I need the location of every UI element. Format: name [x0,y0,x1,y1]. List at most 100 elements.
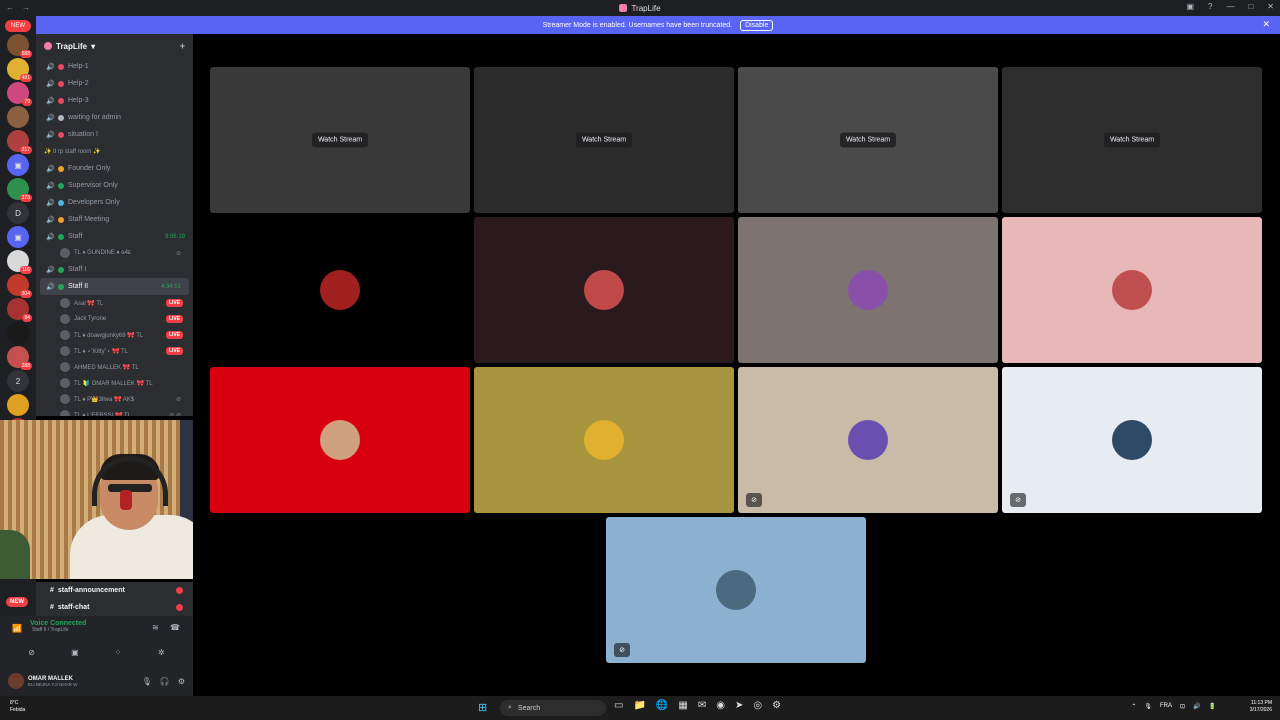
disable-streamer-mode-button[interactable]: Disable [740,19,774,31]
server-icon[interactable]: 2 [7,370,29,392]
maximize-button[interactable]: □ [1248,2,1253,11]
stream-tile[interactable]: Watch Stream [474,67,734,213]
server-icon[interactable]: 79 [7,82,32,106]
voice-user[interactable]: Asal 🎀 TL LIVE [36,295,193,311]
voice-user[interactable]: Jack Tyrone LIVE [36,311,193,327]
participant-tile[interactable] [474,367,734,513]
taskbar-app-icon[interactable]: ◎ [753,700,762,711]
close-icon[interactable]: ✕ [1262,19,1270,30]
voice-channel[interactable]: 🔊 Staff 9:06:19 [36,228,193,245]
server-icon[interactable] [7,322,29,344]
live-badge[interactable]: LIVE [165,331,183,339]
taskbar-app-icon[interactable]: ➤ [735,700,743,711]
close-window-button[interactable]: ✕ [1267,2,1274,11]
windows-start-icon[interactable]: ⊞ [478,701,487,714]
participant-tile[interactable] [210,217,470,363]
channel-category[interactable]: ✨ tl rp staff room ✨ [36,143,193,160]
server-icon[interactable] [7,394,29,416]
microphone-icon[interactable]: 🎙 [142,677,152,686]
server-icon[interactable]: 373 [7,178,32,202]
taskbar-app-icon[interactable]: 📁 [633,700,645,711]
server-icon[interactable]: 116 [7,250,32,274]
taskbar-app-icon[interactable]: ▭ [614,700,623,711]
noise-suppression-icon[interactable]: ≋ [152,623,159,632]
channel-staff-announcement[interactable]: # staff-announcement [36,582,193,599]
taskbar-app-icon[interactable]: 🌐 [656,700,668,711]
stream-tile[interactable]: Watch Stream [210,67,470,213]
voice-user[interactable]: TL ♦ ⋆˚Kitty˚⋆ 🎀 TL LIVE [36,343,193,359]
server-icon[interactable]: D [7,202,29,224]
back-icon[interactable]: ← [6,3,14,12]
live-badge[interactable]: LIVE [165,299,183,307]
voice-channel[interactable]: 🔊 Help-1 [36,58,193,75]
taskbar-app-icon[interactable]: ◉ [716,700,725,711]
voice-user[interactable]: TL 🔰 OMAR MALLEK 🎀 TL [36,375,193,391]
watch-stream-button[interactable]: Watch Stream [575,132,633,148]
user-info[interactable]: OMAR MALLEK ELI BEJNA YJI NHAR W [28,676,77,687]
avatar[interactable] [8,673,24,689]
participant-tile[interactable] [210,367,470,513]
soundboard-button[interactable]: ✲ [144,644,179,660]
voice-user[interactable]: AHMED MALLEK 🎀 TL [36,359,193,375]
participant-tile[interactable]: ⊘ [606,517,866,663]
server-icon[interactable]: 588 [7,34,32,58]
voice-channel[interactable]: 🔊 Supervisor Only [36,177,193,194]
voice-channel[interactable]: 🔊 Founder Only [36,160,193,177]
tray-icon[interactable]: 🔋 [1209,703,1216,710]
disconnect-icon[interactable]: ☎ [170,623,180,632]
server-icon[interactable]: ▣ [7,226,29,248]
watch-stream-button[interactable]: Watch Stream [1103,132,1161,148]
server-icon[interactable]: 288 [7,346,32,370]
tray-icon[interactable]: ⊡ [1180,703,1185,710]
server-header[interactable]: TrapLife ▾ + [36,34,193,58]
voice-channel[interactable]: 🔊 Help-2 [36,75,193,92]
taskbar-clock[interactable]: 11:13 PM 3/17/2026 [1250,700,1272,714]
add-member-icon[interactable]: + [180,41,185,51]
live-badge[interactable]: LIVE [165,347,183,355]
new-badge[interactable]: NEW [5,20,31,32]
voice-user[interactable]: TL ♦ GUNDINE ♦ ɢ4ᴇ ⊘ [36,245,193,261]
server-icon[interactable]: 304 [7,274,32,298]
participant-tile[interactable]: ⊘ [738,367,998,513]
minimize-button[interactable]: — [1226,2,1234,11]
participant-tile[interactable] [738,217,998,363]
voice-channel[interactable]: 🔊 Staff Meeting [36,211,193,228]
tray-icon[interactable]: ⌃ [1131,703,1136,710]
server-icon[interactable] [7,106,29,128]
participant-tile[interactable]: ⊘ [1002,367,1262,513]
inbox-icon[interactable]: ▣ [1186,2,1194,11]
voice-channel[interactable]: 🔊 Help-3 [36,92,193,109]
screen-share-button[interactable]: ▣ [57,644,92,660]
voice-channel[interactable]: 🔊 situation I [36,126,193,143]
live-badge[interactable]: LIVE [165,315,183,323]
headset-icon[interactable]: 🎧 [160,677,170,686]
server-icon[interactable]: ▣ [7,154,29,176]
voice-channel[interactable]: 🔊 Staff II 4:34:51 [40,278,189,295]
weather-widget[interactable]: 8°C Febida [10,700,25,714]
participant-tile[interactable] [1002,217,1262,363]
stream-tile[interactable]: Watch Stream [738,67,998,213]
new-badge[interactable]: NEW [6,597,28,607]
taskbar-search[interactable]: ⌕ Search [500,700,606,716]
voice-user[interactable]: TL ♦ P👑3llwa 🎀 AK$ ⊘ [36,391,193,407]
server-icon[interactable]: 481 [7,58,32,82]
activity-button[interactable]: ⁘ [101,644,136,660]
tray-icon[interactable]: 🎙 [1144,703,1152,710]
watch-stream-button[interactable]: Watch Stream [839,132,897,148]
voice-user[interactable]: TL ♦ L'FERSSI 🎀 TL ⊘ ⊘ [36,407,193,416]
channel-staff-chat[interactable]: # staff-chat [36,599,193,616]
voice-channel[interactable]: 🔊 Staff I [36,261,193,278]
stream-tile[interactable]: Watch Stream [1002,67,1262,213]
camera-button[interactable]: ⊘ [14,644,49,660]
taskbar-app-icon[interactable]: ⚙ [772,700,781,711]
signal-icon[interactable]: 📶 [12,624,22,633]
tray-icon[interactable]: 🔊 [1193,703,1200,710]
voice-channel[interactable]: 🔊 Developers Only [36,194,193,211]
participant-tile[interactable] [474,217,734,363]
settings-icon[interactable]: ⚙ [178,677,185,686]
voice-channel[interactable]: 🔊 waiting for admin [36,109,193,126]
server-icon[interactable]: 217 [7,130,32,154]
forward-icon[interactable]: → [22,3,30,12]
tray-icon[interactable]: FRA [1160,703,1172,710]
taskbar-app-icon[interactable]: ✉ [698,700,706,711]
